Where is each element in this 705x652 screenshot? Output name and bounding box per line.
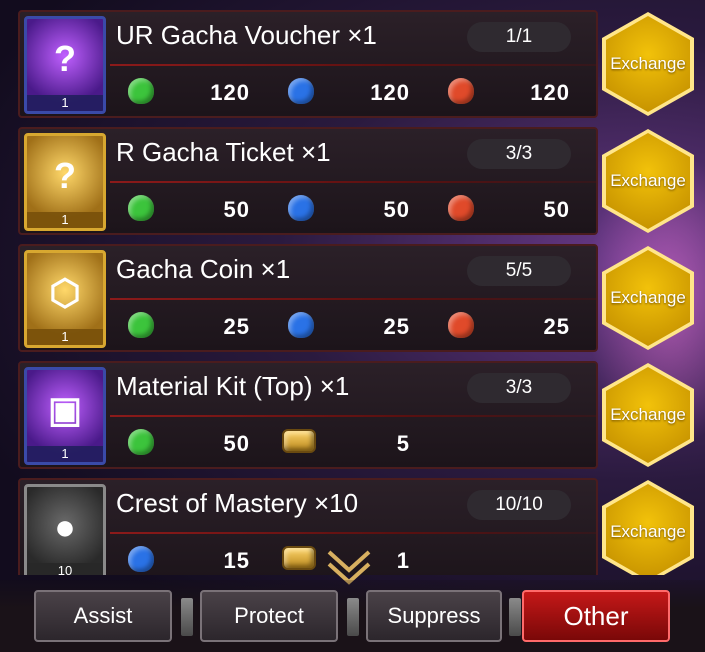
- exchange-button[interactable]: Exchange: [602, 246, 694, 350]
- red-gem-icon: [448, 78, 474, 104]
- item-thumbnail: ⬡ 1: [24, 250, 106, 348]
- item-title: R Gacha Ticket ×1: [116, 137, 331, 168]
- item-thumbnail: ▣ 1: [24, 367, 106, 465]
- gacha-coin-icon: ⬡: [49, 272, 81, 314]
- blue-gem-icon: [288, 195, 314, 221]
- green-gem-icon: [128, 195, 154, 221]
- exchange-row: ⬡ 1 Gacha Coin ×1 5/5 25 25 25: [18, 244, 598, 352]
- cost-amount: 15: [223, 548, 250, 573]
- category-tab-bar: Assist Protect Suppress Other: [0, 580, 705, 652]
- item-thumbnail: ● 10: [24, 484, 106, 575]
- item-thumbnail: ? 1: [24, 133, 106, 231]
- item-thumbnail-count: 10: [27, 563, 103, 575]
- exchange-list[interactable]: ? 1 UR Gacha Voucher ×1 1/1 120 120 120 …: [0, 0, 705, 575]
- item-thumbnail-count: 1: [27, 95, 103, 111]
- cost-amount: 25: [543, 314, 570, 339]
- item-name: UR Gacha Voucher: [116, 20, 341, 50]
- blue-gem-icon: [288, 312, 314, 338]
- exchange-button[interactable]: Exchange: [602, 12, 694, 116]
- tab-separator: [509, 598, 521, 636]
- material-kit-icon: ▣: [47, 389, 83, 431]
- red-gem-icon: [448, 195, 474, 221]
- cost-amount: 50: [223, 431, 250, 456]
- item-quantity: ×10: [313, 488, 359, 518]
- exchange-limit-badge: 5/5: [467, 256, 571, 286]
- cost-amount: 120: [370, 80, 410, 105]
- tab-other[interactable]: Other: [522, 590, 670, 642]
- exchange-button-face: Exchange: [606, 133, 690, 229]
- cost-amount: 25: [223, 314, 250, 339]
- item-name: R Gacha Ticket: [116, 137, 294, 167]
- tab-separator: [347, 598, 359, 636]
- exchange-button-label: Exchange: [610, 288, 686, 307]
- cost-amount: 50: [383, 197, 410, 222]
- exchange-button-face: Exchange: [606, 367, 690, 463]
- cost-amount: 120: [210, 80, 250, 105]
- exchange-button-face: Exchange: [606, 16, 690, 112]
- tab-separator: [181, 598, 193, 636]
- exchange-limit-badge: 3/3: [467, 373, 571, 403]
- exchange-button-label: Exchange: [610, 171, 686, 190]
- item-thumbnail-count: 1: [27, 212, 103, 228]
- green-gem-icon: [128, 78, 154, 104]
- green-gem-icon: [128, 312, 154, 338]
- cost-amount: 50: [223, 197, 250, 222]
- exchange-row: ? 1 UR Gacha Voucher ×1 1/1 120 120 120: [18, 10, 598, 118]
- cost-amount: 25: [383, 314, 410, 339]
- tab-suppress[interactable]: Suppress: [366, 590, 502, 642]
- item-quantity: ×1: [300, 137, 331, 167]
- red-gem-icon: [448, 312, 474, 338]
- exchange-button[interactable]: Exchange: [602, 480, 694, 575]
- exchange-button-label: Exchange: [610, 54, 686, 73]
- ur-voucher-icon: ?: [54, 38, 76, 80]
- treasure-chest-icon: [282, 546, 316, 570]
- exchange-row: ▣ 1 Material Kit (Top) ×1 3/3 50 5: [18, 361, 598, 469]
- blue-gem-icon: [128, 546, 154, 572]
- tab-protect[interactable]: Protect: [200, 590, 338, 642]
- item-thumbnail-count: 1: [27, 446, 103, 462]
- item-thumbnail: ? 1: [24, 16, 106, 114]
- cost-amount: 120: [530, 80, 570, 105]
- exchange-button[interactable]: Exchange: [602, 363, 694, 467]
- exchange-row: ? 1 R Gacha Ticket ×1 3/3 50 50 50: [18, 127, 598, 235]
- cost-amount: 50: [543, 197, 570, 222]
- item-title: Crest of Mastery ×10: [116, 488, 358, 519]
- exchange-button-face: Exchange: [606, 250, 690, 346]
- exchange-button-face: Exchange: [606, 484, 690, 575]
- item-quantity: ×1: [347, 20, 377, 50]
- exchange-limit-badge: 3/3: [467, 139, 571, 169]
- exchange-limit-badge: 1/1: [467, 22, 571, 52]
- crest-icon: ●: [54, 506, 76, 548]
- item-thumbnail-count: 1: [27, 329, 103, 345]
- exchange-row: ● 10 Crest of Mastery ×10 10/10 15 1: [18, 478, 598, 575]
- treasure-chest-icon: [282, 429, 316, 453]
- exchange-button[interactable]: Exchange: [602, 129, 694, 233]
- item-name: Crest of Mastery: [116, 488, 307, 518]
- item-title: Material Kit (Top) ×1: [116, 371, 349, 402]
- exchange-limit-badge: 10/10: [467, 490, 571, 520]
- r-ticket-icon: ?: [54, 155, 76, 197]
- item-quantity: ×1: [260, 254, 291, 284]
- blue-gem-icon: [288, 78, 314, 104]
- item-quantity: ×1: [319, 371, 350, 401]
- tab-assist[interactable]: Assist: [34, 590, 172, 642]
- exchange-button-label: Exchange: [610, 522, 686, 541]
- exchange-button-label: Exchange: [610, 405, 686, 424]
- cost-amount: 5: [396, 431, 410, 456]
- item-name: Material Kit (Top): [116, 371, 313, 401]
- item-name: Gacha Coin: [116, 254, 254, 284]
- item-title: UR Gacha Voucher ×1: [116, 20, 377, 51]
- green-gem-icon: [128, 429, 154, 455]
- item-title: Gacha Coin ×1: [116, 254, 290, 285]
